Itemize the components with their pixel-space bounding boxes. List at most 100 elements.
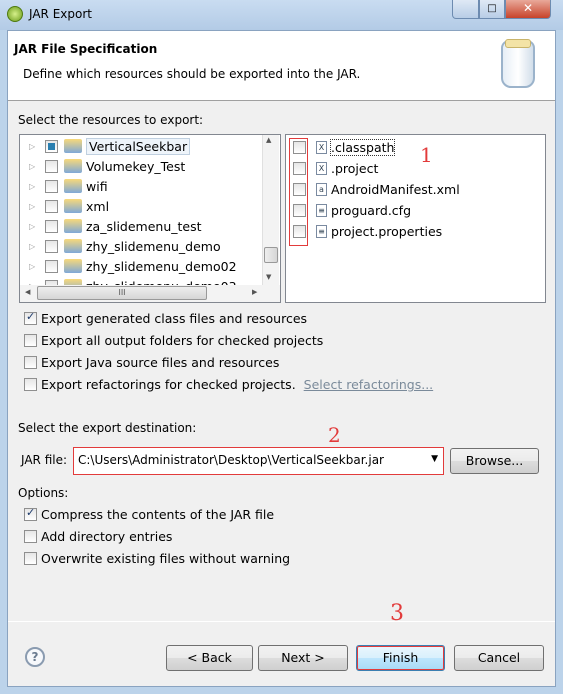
separator (8, 621, 555, 622)
vertical-scrollbar[interactable]: ▲ ▼ (262, 135, 279, 285)
expand-arrow-icon[interactable]: ▷ (29, 162, 39, 171)
option-label: Export generated class files and resourc… (41, 311, 308, 326)
export-option[interactable]: Export generated class files and resourc… (24, 310, 308, 326)
resources-label: Select the resources to export: (18, 113, 204, 127)
file-name: AndroidManifest.xml (331, 181, 460, 197)
project-tree[interactable]: ▷ VerticalSeekbar ▷ Volumekey_Test ▷ wifi ▷… (19, 134, 281, 303)
annotation-2: 2 (328, 423, 341, 447)
option-label: Export Java source files and resources (41, 355, 280, 370)
option-checkbox[interactable] (24, 310, 37, 325)
project-checkbox[interactable] (45, 199, 58, 213)
tree-item[interactable]: ▷ zhy_slidemenu_demo02 (20, 256, 260, 276)
dropdown-arrow-icon[interactable]: ▼ (431, 454, 438, 464)
project-checkbox[interactable] (45, 219, 58, 233)
jar-option[interactable]: Add directory entries (24, 529, 172, 544)
expand-arrow-icon[interactable]: ▷ (29, 142, 39, 151)
file-item[interactable]: X .project (286, 158, 526, 178)
expand-arrow-icon[interactable]: ▷ (29, 202, 39, 211)
tree-item[interactable]: ▷ VerticalSeekbar (20, 136, 260, 156)
jar-option[interactable]: Overwrite existing files without warning (24, 551, 290, 566)
file-item[interactable]: X .classpath (286, 137, 526, 157)
options-label: Options: (18, 486, 69, 500)
next-button[interactable]: Next > (258, 645, 348, 671)
annotation-box (289, 138, 308, 246)
cancel-button[interactable]: Cancel (454, 645, 544, 671)
project-checkbox[interactable] (45, 179, 58, 193)
project-name: wifi (86, 178, 108, 194)
option-checkbox[interactable] (24, 530, 37, 543)
select-refactorings-link[interactable]: Select refactorings... (304, 377, 433, 392)
title-bar[interactable]: JAR Export □ ✕ (0, 0, 563, 30)
annotation-3: 3 (390, 601, 404, 626)
xml-file-icon: X (316, 140, 327, 154)
project-name: zhy_slidemenu_demo (86, 238, 221, 254)
finish-button[interactable]: Finish (356, 645, 445, 671)
minimize-button[interactable] (452, 0, 479, 19)
project-name: za_slidemenu_test (86, 218, 202, 234)
hscroll-thumb[interactable]: III (37, 286, 207, 300)
jar-option[interactable]: Compress the contents of the JAR file (24, 506, 275, 522)
tree-item[interactable]: ▷ Volumekey_Test (20, 156, 260, 176)
project-folder-icon (64, 159, 82, 173)
tree-item[interactable]: ▷ za_slidemenu_test (20, 216, 260, 236)
file-item[interactable]: ≡ proguard.cfg (286, 200, 526, 220)
option-checkbox[interactable] (24, 552, 37, 565)
tree-item[interactable]: ▷ xml (20, 196, 260, 216)
maximize-button[interactable]: □ (479, 0, 505, 19)
option-checkbox[interactable] (24, 378, 37, 391)
option-checkbox[interactable] (24, 334, 37, 347)
back-button[interactable]: < Back (166, 645, 253, 671)
destination-label: Select the export destination: (18, 421, 197, 435)
file-list[interactable]: X .classpath X .project a AndroidManifes… (285, 134, 546, 303)
project-folder-icon (64, 239, 82, 253)
file-item[interactable]: a AndroidManifest.xml (286, 179, 526, 199)
option-label: Add directory entries (41, 529, 173, 544)
project-checkbox[interactable] (45, 259, 58, 273)
project-name: xml (86, 198, 110, 214)
option-checkbox[interactable] (24, 506, 37, 521)
file-name: .classpath (329, 138, 396, 156)
scroll-thumb[interactable] (264, 247, 278, 263)
jar-file-input[interactable]: C:\Users\Administrator\Desktop\VerticalS… (78, 453, 384, 467)
close-button[interactable]: ✕ (505, 0, 551, 19)
annotation-1: 1 (420, 143, 433, 167)
project-checkbox[interactable] (45, 239, 58, 253)
file-name: proguard.cfg (331, 202, 411, 218)
project-name: zhy_slidemenu_demo02 (86, 258, 237, 274)
option-checkbox[interactable] (24, 356, 37, 369)
wizard-header: JAR File Specification Define which reso… (8, 31, 555, 101)
file-name: .project (331, 160, 379, 176)
option-label: Export refactorings for checked projects… (41, 377, 296, 392)
text-file-icon: ≡ (316, 203, 327, 217)
expand-arrow-icon[interactable]: ▷ (29, 182, 39, 191)
tree-item[interactable]: ▷ zhy_slidemenu_demo (20, 236, 260, 256)
window-title: JAR Export (29, 7, 92, 21)
project-name: VerticalSeekbar (86, 137, 191, 155)
expand-arrow-icon[interactable]: ▷ (29, 222, 39, 231)
project-name: Volumekey_Test (86, 158, 186, 174)
horizontal-scrollbar[interactable]: ◀ III ▶ (20, 285, 280, 302)
file-item[interactable]: ≡ project.properties (286, 221, 526, 241)
page-title: JAR File Specification (14, 42, 158, 56)
option-label: Compress the contents of the JAR file (41, 507, 275, 522)
project-checkbox[interactable] (45, 139, 58, 153)
option-label: Export all output folders for checked pr… (41, 333, 324, 348)
export-option[interactable]: Export all output folders for checked pr… (24, 333, 323, 348)
project-folder-icon (64, 219, 82, 233)
xml-file-icon: X (316, 161, 327, 175)
export-option[interactable]: Export Java source files and resources (24, 355, 279, 370)
jar-lid-icon (505, 39, 531, 48)
export-option[interactable]: Export refactorings for checked projects… (24, 377, 433, 392)
project-checkbox[interactable] (45, 159, 58, 173)
project-folder-icon (64, 199, 82, 213)
jar-file-label: JAR file: (21, 453, 68, 467)
text-file-icon: ≡ (316, 224, 327, 238)
tree-item[interactable]: ▷ wifi (20, 176, 260, 196)
expand-arrow-icon[interactable]: ▷ (29, 242, 39, 251)
help-icon[interactable]: ? (25, 647, 45, 667)
jar-file-combo[interactable]: C:\Users\Administrator\Desktop\VerticalS… (73, 447, 444, 475)
android-manifest-icon: a (316, 182, 327, 196)
browse-button[interactable]: Browse... (450, 448, 539, 474)
expand-arrow-icon[interactable]: ▷ (29, 262, 39, 271)
option-label: Overwrite existing files without warning (41, 551, 291, 566)
